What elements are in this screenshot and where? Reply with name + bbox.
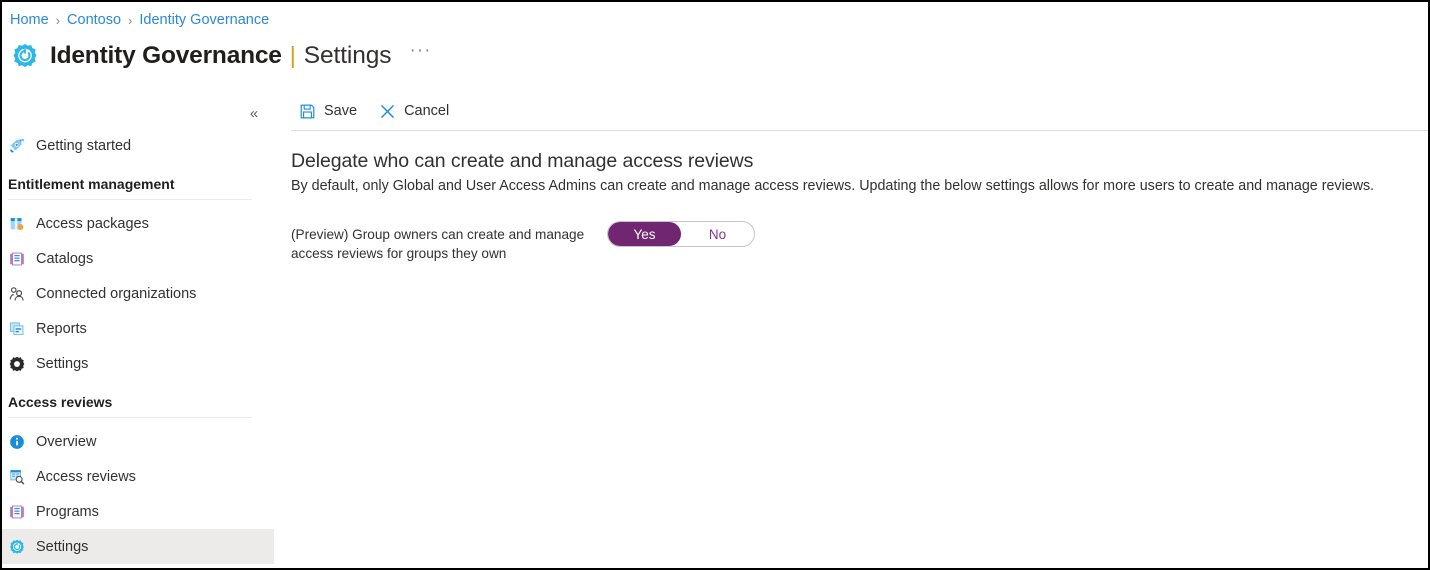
people-icon — [9, 286, 24, 301]
sidebar-section-entitlement-management: Entitlement management — [2, 163, 274, 206]
breadcrumb: Home › Contoso › Identity Governance — [10, 10, 269, 30]
page-title: Identity Governance | Settings ··· — [10, 36, 431, 76]
sidebar-item-label: Reports — [36, 320, 87, 337]
sidebar-section-divider — [8, 199, 252, 200]
sidebar-section-divider — [8, 417, 252, 418]
gear-icon — [13, 44, 37, 68]
access-package-icon — [10, 217, 24, 230]
panel-description: By default, only Global and User Access … — [291, 178, 1375, 194]
close-x-icon — [381, 104, 394, 118]
toggle-option-no[interactable]: No — [681, 222, 754, 246]
settings-panel: Delegate who can create and manage acces… — [274, 130, 1428, 263]
save-button-label: Save — [324, 103, 358, 119]
sidebar-item-label: Programs — [36, 503, 99, 520]
command-bar-divider — [291, 130, 1428, 131]
sidebar-item-access-review-settings[interactable]: Settings — [2, 529, 274, 564]
breadcrumb-separator-icon: › — [128, 12, 133, 28]
sidebar-item-overview[interactable]: Overview — [2, 424, 274, 459]
breadcrumb-item-contoso[interactable]: Contoso — [67, 12, 121, 28]
sidebar-item-catalogs[interactable]: Catalogs — [2, 241, 274, 276]
setting-row: (Preview) Group owners can create and ma… — [291, 221, 1410, 263]
setting-label: (Preview) Group owners can create and ma… — [291, 227, 585, 261]
sidebar-item-access-packages[interactable]: Access packages — [2, 206, 274, 241]
sidebar-item-label: Catalogs — [36, 250, 94, 267]
cancel-button[interactable]: Cancel — [371, 96, 457, 126]
content-area: Save Cancel Delegate who can create and … — [274, 92, 1428, 568]
gear-icon — [10, 539, 24, 554]
sidebar-item-label: Connected organizations — [36, 285, 197, 302]
breadcrumb-item-home[interactable]: Home — [10, 12, 49, 28]
sidebar-section-title: Entitlement management — [8, 176, 175, 192]
gear-dark-icon — [9, 356, 25, 371]
sidebar-item-label: Getting started — [36, 137, 132, 154]
breadcrumb-separator-icon: › — [55, 12, 61, 28]
group-owners-toggle[interactable]: Yes No — [607, 221, 755, 247]
review-search-icon — [10, 469, 25, 484]
catalog-book-icon — [10, 505, 24, 518]
cancel-button-label: Cancel — [404, 103, 450, 119]
reports-icon — [9, 321, 24, 335]
sidebar-item-getting-started[interactable]: Getting started — [2, 128, 274, 163]
sidebar-item-label: Overview — [36, 433, 97, 450]
info-icon — [10, 434, 24, 449]
breadcrumb-item-identity-governance[interactable]: Identity Governance — [139, 12, 269, 28]
rocket-icon — [10, 138, 24, 153]
save-button[interactable]: Save — [291, 96, 365, 126]
sidebar-nav-list: Getting started Entitlement management A… — [2, 128, 274, 564]
toggle-option-yes[interactable]: Yes — [608, 222, 681, 246]
sidebar-item-label: Settings — [36, 538, 89, 555]
sidebar-item-reports[interactable]: Reports — [2, 311, 274, 346]
sidebar-item-access-reviews[interactable]: Access reviews — [2, 459, 274, 494]
sidebar-item-connected-organizations[interactable]: Connected organizations — [2, 276, 274, 311]
more-menu-icon[interactable]: ··· — [409, 40, 431, 62]
page-title-main: Identity Governance — [50, 42, 282, 69]
catalog-book-icon — [10, 252, 24, 265]
command-bar: Save Cancel — [274, 92, 1428, 131]
sidebar: « Getting started Entitlement management — [2, 92, 274, 568]
panel-heading: Delegate who can create and manage acces… — [291, 150, 754, 172]
page-title-sub: Settings — [303, 42, 392, 69]
sidebar-item-entitlement-settings[interactable]: Settings — [2, 346, 274, 381]
sidebar-item-label: Settings — [36, 355, 89, 372]
sidebar-section-access-reviews: Access reviews — [2, 381, 274, 424]
azure-portal-blade: Home › Contoso › Identity Governance Ide… — [0, 0, 1430, 570]
sidebar-section-title: Access reviews — [8, 394, 113, 410]
page-title-separator: | — [289, 41, 296, 68]
sidebar-item-programs[interactable]: Programs — [2, 494, 274, 529]
sidebar-item-label: Access reviews — [36, 468, 136, 485]
save-icon — [300, 104, 315, 118]
sidebar-item-label: Access packages — [36, 215, 149, 232]
collapse-sidebar-button[interactable]: « — [242, 102, 266, 124]
